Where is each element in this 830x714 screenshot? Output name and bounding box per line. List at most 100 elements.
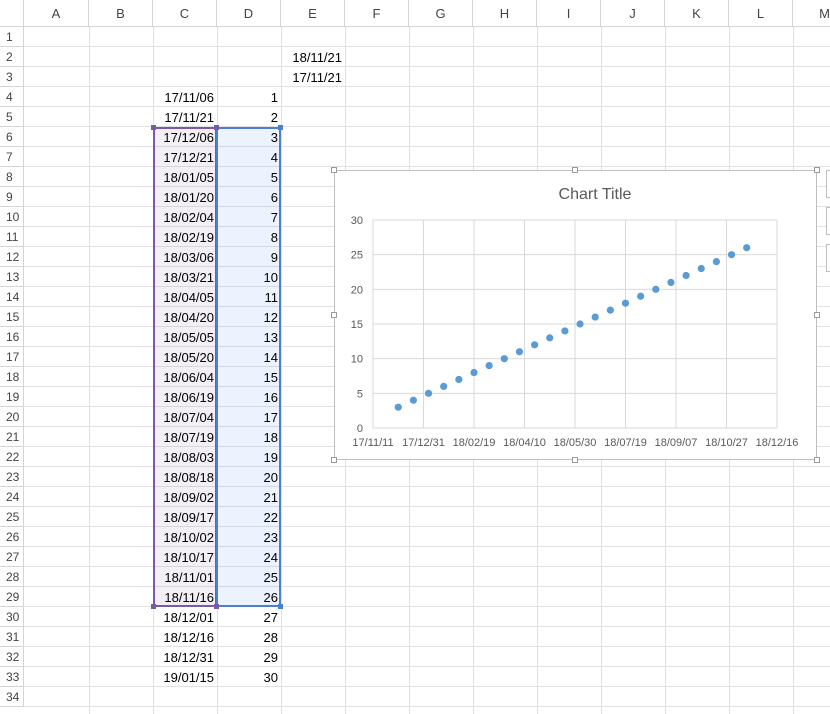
chart-styles-button[interactable] [826,207,830,235]
cell-D18[interactable]: 15 [217,367,281,387]
row-header[interactable]: 26 [0,527,24,547]
cell-D11[interactable]: 8 [217,227,281,247]
row-header[interactable]: 16 [0,327,24,347]
row-header[interactable]: 33 [0,667,24,687]
row-header[interactable]: 6 [0,127,24,147]
chart-resize-handle[interactable] [331,312,337,318]
cell-D17[interactable]: 14 [217,347,281,367]
cell-D23[interactable]: 20 [217,467,281,487]
row-header[interactable]: 4 [0,87,24,107]
column-header[interactable]: E [281,0,345,27]
row-header[interactable]: 13 [0,267,24,287]
cell-C32[interactable]: 18/12/31 [153,647,217,667]
column-header[interactable]: C [153,0,217,27]
cell-C7[interactable]: 17/12/21 [153,147,217,167]
scatter-chart[interactable]: Chart Title 0 5 10 15 20 25 30 17/11/11 17/12/31 1… [334,170,817,460]
row-header[interactable]: 1 [0,27,24,47]
cell-C15[interactable]: 18/04/20 [153,307,217,327]
cell-C6[interactable]: 17/12/06 [153,127,217,147]
cell-D26[interactable]: 23 [217,527,281,547]
chart-resize-handle[interactable] [572,167,578,173]
cell-D19[interactable]: 16 [217,387,281,407]
row-header[interactable]: 5 [0,107,24,127]
row-header[interactable]: 30 [0,607,24,627]
chart-elements-button[interactable] [826,170,830,198]
cell-C10[interactable]: 18/02/04 [153,207,217,227]
cell-C24[interactable]: 18/09/02 [153,487,217,507]
cell-C11[interactable]: 18/02/19 [153,227,217,247]
cell-D24[interactable]: 21 [217,487,281,507]
cell-D16[interactable]: 13 [217,327,281,347]
row-header[interactable]: 8 [0,167,24,187]
row-header[interactable]: 18 [0,367,24,387]
row-header[interactable]: 9 [0,187,24,207]
row-header[interactable]: 27 [0,547,24,567]
column-header[interactable]: I [537,0,601,27]
cell-D6[interactable]: 3 [217,127,281,147]
row-header[interactable]: 24 [0,487,24,507]
row-header[interactable]: 19 [0,387,24,407]
row-header[interactable]: 3 [0,67,24,87]
chart-resize-handle[interactable] [814,312,820,318]
cell-D4[interactable]: 1 [217,87,281,107]
column-header[interactable]: D [217,0,281,27]
cell-E3[interactable]: 17/11/21 [281,67,345,87]
cell-C17[interactable]: 18/05/20 [153,347,217,367]
chart-resize-handle[interactable] [814,457,820,463]
row-header[interactable]: 31 [0,627,24,647]
row-header[interactable]: 12 [0,247,24,267]
cell-C28[interactable]: 18/11/01 [153,567,217,587]
chart-resize-handle[interactable] [814,167,820,173]
cell-D30[interactable]: 27 [217,607,281,627]
cell-D14[interactable]: 11 [217,287,281,307]
cell-D10[interactable]: 7 [217,207,281,227]
row-header[interactable]: 20 [0,407,24,427]
cell-C16[interactable]: 18/05/05 [153,327,217,347]
cell-C23[interactable]: 18/08/18 [153,467,217,487]
row-header[interactable]: 23 [0,467,24,487]
column-header[interactable]: B [89,0,153,27]
cell-C20[interactable]: 18/07/04 [153,407,217,427]
row-header[interactable]: 15 [0,307,24,327]
cell-D13[interactable]: 10 [217,267,281,287]
cell-D31[interactable]: 28 [217,627,281,647]
cell-C14[interactable]: 18/04/05 [153,287,217,307]
column-header[interactable]: A [24,0,89,27]
row-header[interactable]: 10 [0,207,24,227]
row-header[interactable]: 22 [0,447,24,467]
row-header[interactable]: 28 [0,567,24,587]
cell-C27[interactable]: 18/10/17 [153,547,217,567]
row-header[interactable]: 7 [0,147,24,167]
cell-D20[interactable]: 17 [217,407,281,427]
cell-D25[interactable]: 22 [217,507,281,527]
chart-resize-handle[interactable] [331,167,337,173]
cell-C8[interactable]: 18/01/05 [153,167,217,187]
cell-D15[interactable]: 12 [217,307,281,327]
cell-D29[interactable]: 26 [217,587,281,607]
cell-E2[interactable]: 18/11/21 [281,47,345,67]
cell-C29[interactable]: 18/11/16 [153,587,217,607]
column-header[interactable]: M [793,0,830,27]
chart-resize-handle[interactable] [331,457,337,463]
cell-D21[interactable]: 18 [217,427,281,447]
row-header[interactable]: 34 [0,687,24,707]
row-header[interactable]: 25 [0,507,24,527]
cell-C26[interactable]: 18/10/02 [153,527,217,547]
cell-D28[interactable]: 25 [217,567,281,587]
cell-D9[interactable]: 6 [217,187,281,207]
row-header[interactable]: 29 [0,587,24,607]
cell-C25[interactable]: 18/09/17 [153,507,217,527]
row-header[interactable]: 14 [0,287,24,307]
select-all-corner[interactable] [0,0,24,27]
cell-C22[interactable]: 18/08/03 [153,447,217,467]
chart-filters-button[interactable] [826,244,830,272]
cell-D8[interactable]: 5 [217,167,281,187]
row-header[interactable]: 11 [0,227,24,247]
cell-C13[interactable]: 18/03/21 [153,267,217,287]
cell-D5[interactable]: 2 [217,107,281,127]
cell-C31[interactable]: 18/12/16 [153,627,217,647]
cell-D12[interactable]: 9 [217,247,281,267]
cell-C9[interactable]: 18/01/20 [153,187,217,207]
column-header[interactable]: K [665,0,729,27]
chart-resize-handle[interactable] [572,457,578,463]
